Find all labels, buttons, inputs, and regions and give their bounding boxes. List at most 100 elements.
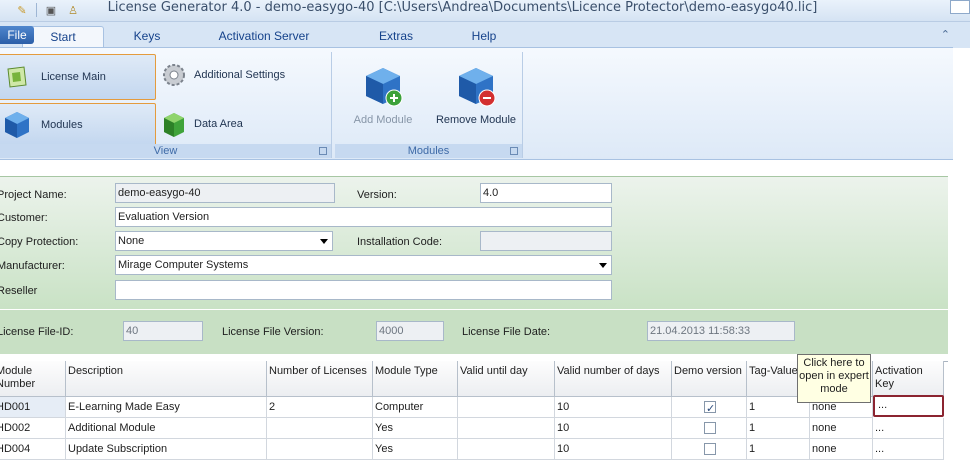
- cell-number-of-licenses[interactable]: [267, 418, 373, 439]
- license-main-icon: [1, 61, 33, 93]
- gear-icon: [160, 59, 188, 91]
- chevron-down-icon: [320, 239, 328, 244]
- additional-settings-label: Additional Settings: [194, 69, 286, 81]
- modules-button[interactable]: Modules: [0, 103, 156, 146]
- data-area-button[interactable]: Data Area: [160, 104, 243, 144]
- installation-code-field[interactable]: [480, 231, 612, 251]
- ribbon-tabs: Start File Keys Activation Server Extras…: [0, 22, 970, 48]
- cell-valid-until-day[interactable]: [458, 439, 555, 460]
- add-module-icon: [363, 66, 403, 110]
- column-header-valid-until-day[interactable]: Valid until day: [458, 361, 555, 397]
- version-label: Version:: [357, 189, 397, 201]
- cell-activation-key[interactable]: ...: [873, 439, 944, 460]
- cell-valid-until-day[interactable]: [458, 418, 555, 439]
- view-group-label: View: [0, 144, 331, 158]
- column-header-demo-version[interactable]: Demo version: [672, 361, 747, 397]
- cell-module-type[interactable]: Computer: [373, 397, 458, 418]
- cell-valid-number-of-days[interactable]: 10: [555, 397, 672, 418]
- tab-file[interactable]: File: [0, 26, 34, 44]
- tab-help[interactable]: Help: [460, 26, 508, 48]
- cell-demo-version: [672, 418, 747, 439]
- additional-settings-button[interactable]: Additional Settings: [160, 56, 285, 94]
- title-bar: ✎ ▣ ♙ License Generator 4.0 - demo-easyg…: [0, 0, 970, 22]
- cell-module-type[interactable]: Yes: [373, 418, 458, 439]
- cell-description[interactable]: Additional Module: [66, 418, 267, 439]
- license-file-version-field[interactable]: 4000: [376, 321, 444, 341]
- cell-valid-number-of-days[interactable]: 10: [555, 418, 672, 439]
- license-file-version-label: License File Version:: [222, 326, 324, 338]
- tab-start[interactable]: Start: [22, 26, 104, 48]
- license-file-id-field[interactable]: 40: [123, 321, 203, 341]
- copy-protection-label: Copy Protection:: [0, 236, 79, 248]
- cell-valid-until-day[interactable]: [458, 397, 555, 418]
- remove-module-label: Remove Module: [435, 114, 517, 126]
- cell-number-of-licenses[interactable]: 2: [267, 397, 373, 418]
- chevron-down-icon: [599, 263, 607, 268]
- add-module-label: Add Module: [353, 114, 413, 126]
- reseller-field[interactable]: [115, 280, 612, 300]
- license-file-date-field[interactable]: 21.04.2013 11:58:33: [647, 321, 795, 341]
- manufacturer-select[interactable]: Mirage Computer Systems: [115, 255, 612, 275]
- tab-keys[interactable]: Keys: [120, 26, 174, 48]
- ribbon-group-view: License Main Modules Additional Settings…: [0, 52, 332, 158]
- version-field[interactable]: 4.0: [480, 183, 612, 203]
- cell-none[interactable]: none: [810, 439, 873, 460]
- license-main-button[interactable]: License Main: [0, 54, 156, 100]
- ribbon: License Main Modules Additional Settings…: [0, 47, 953, 160]
- installation-code-label: Installation Code:: [357, 236, 442, 248]
- license-file-date-label: License File Date:: [462, 326, 551, 338]
- column-header-module-number[interactable]: Module Number: [0, 361, 66, 397]
- window-title: License Generator 4.0 - demo-easygo-40 […: [107, 0, 818, 15]
- cell-activation-key[interactable]: ...: [873, 418, 944, 439]
- cell-module-number[interactable]: HD001: [0, 397, 66, 418]
- column-header-activation-key[interactable]: Activation Key: [873, 361, 944, 397]
- remove-module-icon: [456, 66, 496, 110]
- copy-protection-select[interactable]: None: [115, 231, 333, 251]
- project-name-field[interactable]: demo-easygo-40: [115, 183, 335, 203]
- add-module-button[interactable]: Add Module: [338, 66, 428, 126]
- cell-description[interactable]: E-Learning Made Easy: [66, 397, 267, 418]
- column-header-description[interactable]: Description: [66, 361, 267, 397]
- demo-version-checkbox[interactable]: [704, 443, 716, 455]
- license-id-strip: License File-ID: 40 License File Version…: [0, 310, 948, 354]
- modules-group-label: Modules: [335, 144, 522, 158]
- license-file-id-label: License File-ID:: [0, 326, 74, 338]
- demo-version-checkbox[interactable]: [704, 422, 716, 434]
- demo-version-checkbox[interactable]: [704, 399, 716, 419]
- modules-label: Modules: [41, 118, 83, 131]
- manufacturer-value: Mirage Computer Systems: [118, 259, 249, 271]
- activation-key-cell-active[interactable]: ...: [873, 395, 944, 417]
- cell-tag-value[interactable]: 1: [747, 418, 810, 439]
- license-main-label: License Main: [41, 71, 106, 83]
- cell-valid-number-of-days[interactable]: 10: [555, 439, 672, 460]
- project-form: Project Name: demo-easygo-40 Version: 4.…: [0, 176, 948, 309]
- chevron-up-icon[interactable]: ⌃: [941, 28, 950, 41]
- cell-module-number[interactable]: HD004: [0, 439, 66, 460]
- cell-module-type[interactable]: Yes: [373, 439, 458, 460]
- cell-module-number[interactable]: HD002: [0, 418, 66, 439]
- expert-mode-tooltip: Click here to open in expert mode: [797, 354, 871, 403]
- cube-icon: [1, 109, 33, 141]
- cell-description[interactable]: Update Subscription: [66, 439, 267, 460]
- tab-extras[interactable]: Extras: [370, 26, 422, 48]
- remove-module-button[interactable]: Remove Module: [431, 66, 521, 126]
- column-header-number-of-licenses[interactable]: Number of Licenses: [267, 361, 373, 397]
- data-area-label: Data Area: [194, 118, 243, 130]
- cell-none[interactable]: none: [810, 418, 873, 439]
- customer-field[interactable]: Evaluation Version: [115, 207, 612, 227]
- dialog-launcher-icon[interactable]: [319, 147, 327, 155]
- tab-activation-server[interactable]: Activation Server: [206, 26, 322, 48]
- project-name-label: Project Name:: [0, 189, 67, 201]
- cell-demo-version: [672, 397, 747, 419]
- dialog-launcher-icon[interactable]: [510, 147, 518, 155]
- cell-tag-value[interactable]: 1: [747, 439, 810, 460]
- customer-label: Customer:: [0, 212, 48, 224]
- ribbon-group-modules: Add Module Remove Module Modules: [335, 52, 523, 158]
- cell-number-of-licenses[interactable]: [267, 439, 373, 460]
- data-area-icon: [160, 108, 188, 140]
- copy-protection-value: None: [118, 235, 145, 247]
- column-header-module-type[interactable]: Module Type: [373, 361, 458, 397]
- close-button[interactable]: [950, 0, 970, 14]
- reseller-label: Reseller: [0, 285, 38, 297]
- column-header-valid-number-of-days[interactable]: Valid number of days: [555, 361, 672, 397]
